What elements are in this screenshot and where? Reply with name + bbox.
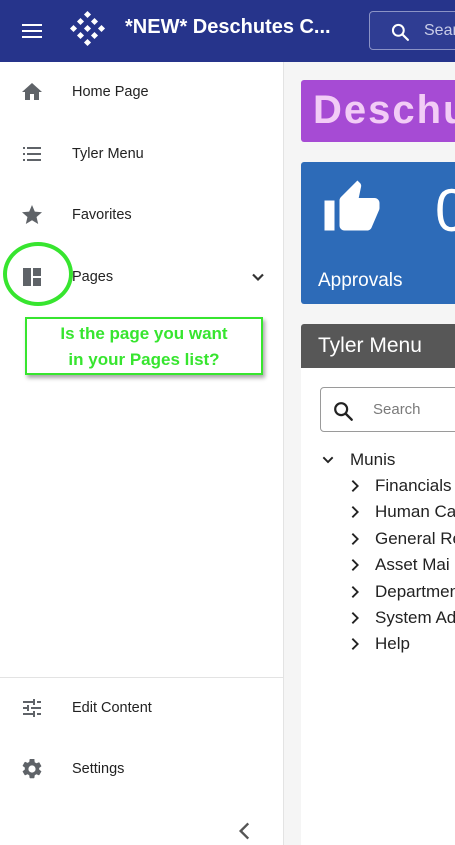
tree-label: Munis (350, 450, 396, 469)
panel-header: Tyler Menu (301, 324, 455, 368)
page-banner: Deschutes (301, 80, 455, 142)
approvals-tile[interactable]: 0 Approvals (301, 162, 455, 304)
chevron-right-icon (351, 533, 359, 545)
chevron-right-icon (351, 559, 359, 571)
search-icon (334, 402, 353, 421)
chevron-right-icon (351, 638, 359, 650)
sidebar-item-label: Favorites (72, 207, 132, 223)
chevron-right-icon (351, 506, 359, 518)
list-icon (23, 147, 41, 161)
global-search-input[interactable] (424, 12, 455, 49)
chevron-right-icon (351, 586, 359, 598)
tree-node[interactable]: Human Ca (347, 500, 455, 524)
chevron-right-icon (351, 480, 359, 492)
tree-label: Financials (375, 476, 452, 495)
sidebar-item-label: Home Page (72, 84, 149, 100)
approvals-count: 0 (435, 177, 455, 244)
sidebar-item-label: Settings (72, 761, 125, 777)
sidebar-divider (0, 677, 283, 678)
approvals-label: Approvals (318, 270, 403, 291)
tyler-menu-panel: Tyler Menu Munis Financials Human Ca (301, 324, 455, 845)
banner-title: Deschutes (313, 88, 455, 132)
app-bar: *NEW* Deschutes C... (0, 0, 455, 62)
tree-label: General Re (375, 529, 455, 548)
search-icon (391, 23, 409, 42)
chevron-down-icon[interactable] (248, 267, 268, 287)
annotation-callout: Is the page you want in your Pages list? (25, 317, 263, 375)
highlight-ring (3, 242, 73, 306)
callout-line: in your Pages list? (68, 350, 220, 369)
app-title: *NEW* Deschutes C... (125, 16, 331, 38)
tree-label: Asset Mai (375, 555, 450, 574)
sidebar-item-tyler-menu[interactable]: Tyler Menu (0, 126, 283, 182)
chevron-left-icon[interactable] (232, 818, 258, 844)
tree-node[interactable]: General Re (347, 527, 455, 551)
chevron-down-icon (322, 456, 334, 464)
callout-line: Is the page you want (60, 324, 228, 343)
star-icon (22, 205, 42, 224)
tree-node-munis[interactable]: Munis (320, 448, 455, 472)
tree-label: Departmen (375, 582, 455, 601)
tree-label: System Ad (375, 608, 455, 627)
gear-icon (22, 758, 42, 779)
menu-search[interactable] (320, 387, 455, 432)
chevron-right-icon (351, 612, 359, 624)
home-icon (22, 83, 42, 100)
thumbs-up-icon (324, 180, 380, 231)
hamburger-menu-button[interactable] (18, 18, 48, 44)
tree-node[interactable]: Financials (347, 474, 455, 498)
sidebar-item-label: Edit Content (72, 700, 152, 716)
tree-node[interactable]: System Ad (347, 606, 455, 630)
tree-node[interactable]: Help (347, 632, 455, 656)
tune-sliders-icon (23, 699, 41, 717)
main-content: Deschutes 0 Approvals Tyler Menu Munis (284, 62, 455, 845)
sidebar-item-edit-content[interactable]: Edit Content (0, 680, 283, 736)
sidebar-item-label: Tyler Menu (72, 146, 144, 162)
tree-node[interactable]: Asset Mai (347, 553, 455, 577)
tree-label: Human Ca (375, 502, 455, 521)
panel-title: Tyler Menu (318, 334, 422, 357)
sidebar-item-home-page[interactable]: Home Page (0, 64, 283, 120)
sidebar-item-favorites[interactable]: Favorites (0, 187, 283, 243)
global-search[interactable] (369, 11, 455, 50)
tree-node[interactable]: Departmen (347, 580, 455, 604)
tree-label: Help (375, 634, 410, 653)
menu-search-input[interactable] (373, 388, 455, 431)
sidebar: Home Page Tyler Menu Favorites Pages Edi… (0, 62, 284, 845)
sidebar-item-label: Pages (72, 269, 114, 285)
sidebar-item-settings[interactable]: Settings (0, 741, 283, 797)
diamond-dots-logo (69, 10, 106, 47)
